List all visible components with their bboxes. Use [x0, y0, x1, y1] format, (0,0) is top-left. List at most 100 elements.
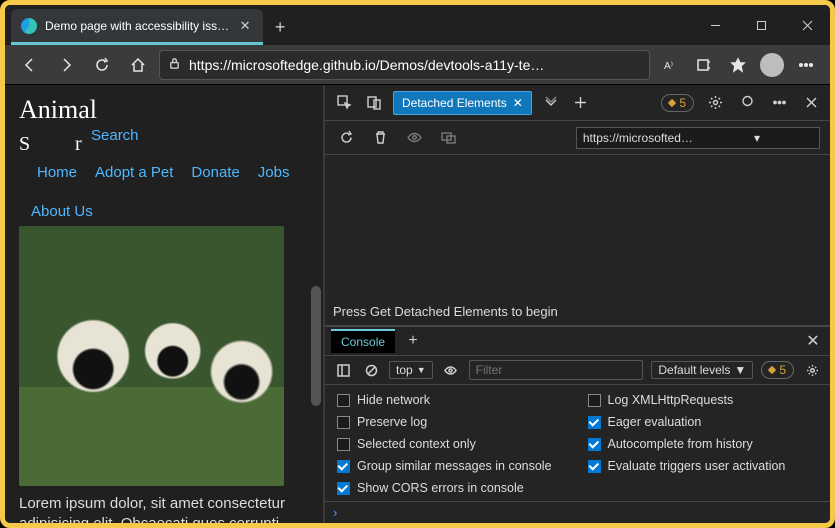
forward-button[interactable]	[51, 50, 81, 80]
hero-image	[19, 226, 284, 486]
eye-icon[interactable]	[403, 127, 425, 149]
content-body: Animal S r Search Home Adopt a Pet Donat…	[5, 85, 830, 523]
more-options-icon[interactable]	[768, 92, 790, 114]
favorite-icon[interactable]	[724, 51, 752, 79]
browser-window: Demo page with accessibility iss… ✕ + ht…	[0, 0, 835, 528]
new-tab-icon[interactable]	[570, 92, 592, 114]
lorem-text: Lorem ipsum dolor, sit amet consectetur …	[19, 494, 309, 523]
checkbox-unchecked-icon	[337, 416, 350, 429]
setting-label: Show CORS errors in console	[357, 481, 524, 495]
collect-garbage-icon[interactable]	[369, 127, 391, 149]
checkbox-unchecked-icon	[588, 394, 601, 407]
close-window-button[interactable]	[784, 5, 830, 45]
settings-gear-icon[interactable]	[704, 92, 726, 114]
console-prompt[interactable]: ›	[325, 501, 830, 523]
setting-checkbox[interactable]: Group similar messages in console	[337, 459, 568, 473]
refresh-button[interactable]	[87, 50, 117, 80]
app-menu-icon[interactable]	[792, 51, 820, 79]
toggle-sidebar-icon[interactable]	[333, 360, 353, 380]
tab-console[interactable]: Console	[331, 329, 395, 353]
setting-checkbox[interactable]: Selected context only	[337, 437, 568, 451]
inspect-element-icon[interactable]	[333, 92, 355, 114]
setting-label: Eager evaluation	[608, 415, 702, 429]
checkbox-unchecked-icon	[337, 394, 350, 407]
refresh-detached-icon[interactable]	[335, 127, 357, 149]
setting-checkbox[interactable]: Show CORS errors in console	[337, 481, 568, 495]
setting-label: Evaluate triggers user activation	[608, 459, 786, 473]
context-selector[interactable]: top ▼	[389, 361, 433, 379]
prompt-caret: ›	[333, 505, 337, 520]
setting-checkbox[interactable]: Evaluate triggers user activation	[588, 459, 819, 473]
console-filter-input[interactable]	[469, 360, 644, 380]
checkbox-checked-icon	[337, 482, 350, 495]
edge-logo-icon	[21, 18, 37, 34]
address-bar-row: https://microsoftedge.github.io/Demos/de…	[5, 45, 830, 85]
drawer-close-icon[interactable]: ✕	[802, 331, 824, 351]
new-tab-button[interactable]: +	[263, 9, 297, 45]
frame-selector[interactable]: https://microsoftedge.github.io/Demos/de…	[576, 127, 820, 149]
checkbox-checked-icon	[588, 438, 601, 451]
feedback-icon[interactable]	[736, 92, 758, 114]
checkbox-checked-icon	[588, 460, 601, 473]
page-scrollbar[interactable]	[311, 286, 321, 406]
setting-checkbox[interactable]: Eager evaluation	[588, 415, 819, 429]
chevron-down-icon: ▼	[417, 365, 426, 375]
site-nav: Search Home Adopt a Pet Donate Jobs Abou…	[19, 127, 309, 220]
more-tabs-icon[interactable]	[540, 92, 562, 114]
browser-tab[interactable]: Demo page with accessibility iss… ✕	[11, 9, 263, 45]
detached-toolbar: https://microsoftedge.github.io/Demos/de…	[325, 121, 830, 155]
setting-label: Group similar messages in console	[357, 459, 552, 473]
close-tab-icon[interactable]: ✕	[513, 96, 523, 110]
toolbar-issues-counter[interactable]: 5	[761, 361, 794, 379]
nav-adopt[interactable]: Adopt a Pet	[95, 164, 173, 181]
site-title: Animal	[19, 95, 309, 125]
window-controls	[692, 5, 830, 45]
setting-checkbox[interactable]: Hide network	[337, 393, 568, 407]
setting-label: Autocomplete from history	[608, 437, 753, 451]
tab-detached-elements[interactable]: Detached Elements ✕	[393, 91, 532, 115]
detached-empty-message: Press Get Detached Elements to begin	[325, 155, 830, 326]
close-devtools-icon[interactable]	[800, 92, 822, 114]
checkbox-checked-icon	[588, 416, 601, 429]
issues-count: 5	[679, 96, 686, 110]
settings-col-left: Hide network Preserve log Selected context…	[337, 393, 568, 495]
tab-title: Demo page with accessibility iss…	[45, 19, 229, 33]
context-label: top	[396, 363, 413, 377]
setting-label: Preserve log	[357, 415, 427, 429]
toolbar-issues-count: 5	[779, 363, 786, 377]
read-aloud-icon[interactable]: A⁾	[656, 51, 684, 79]
nav-search[interactable]: Search	[91, 127, 139, 144]
setting-checkbox[interactable]: Preserve log	[337, 415, 568, 429]
log-levels-selector[interactable]: Default levels ▼	[651, 361, 753, 379]
drawer-new-tab-icon[interactable]: +	[403, 332, 423, 350]
devtools-panel: Detached Elements ✕ 5	[325, 85, 830, 523]
maximize-button[interactable]	[738, 5, 784, 45]
svg-text:A⁾: A⁾	[664, 61, 673, 72]
nav-donate[interactable]: Donate	[191, 164, 239, 181]
address-bar[interactable]: https://microsoftedge.github.io/Demos/de…	[159, 50, 650, 80]
clear-console-icon[interactable]	[361, 360, 381, 380]
rendered-page: Animal S r Search Home Adopt a Pet Donat…	[5, 85, 325, 523]
home-button[interactable]	[123, 50, 153, 80]
console-drawer: Console + ✕ top ▼ Default levels ▼	[325, 326, 830, 523]
tab-detached-label: Detached Elements	[402, 96, 507, 110]
chevron-down-icon: ▾	[699, 131, 815, 145]
site-info-icon[interactable]	[168, 57, 181, 73]
detach-icon[interactable]	[437, 127, 459, 149]
tab-close-icon[interactable]: ✕	[237, 18, 253, 34]
setting-checkbox[interactable]: Log XMLHttpRequests	[588, 393, 819, 407]
collections-icon[interactable]	[690, 51, 718, 79]
console-settings-gear-icon[interactable]	[802, 360, 822, 380]
nav-about[interactable]: About Us	[31, 203, 93, 220]
profile-avatar[interactable]	[758, 51, 786, 79]
nav-jobs[interactable]: Jobs	[258, 164, 290, 181]
live-expression-icon[interactable]	[441, 360, 461, 380]
issues-counter[interactable]: 5	[661, 94, 694, 112]
back-button[interactable]	[15, 50, 45, 80]
device-toolbar-icon[interactable]	[363, 92, 385, 114]
minimize-button[interactable]	[692, 5, 738, 45]
setting-checkbox[interactable]: Autocomplete from history	[588, 437, 819, 451]
nav-home[interactable]: Home	[37, 164, 77, 181]
warning-icon	[668, 98, 676, 106]
checkbox-unchecked-icon	[337, 438, 350, 451]
